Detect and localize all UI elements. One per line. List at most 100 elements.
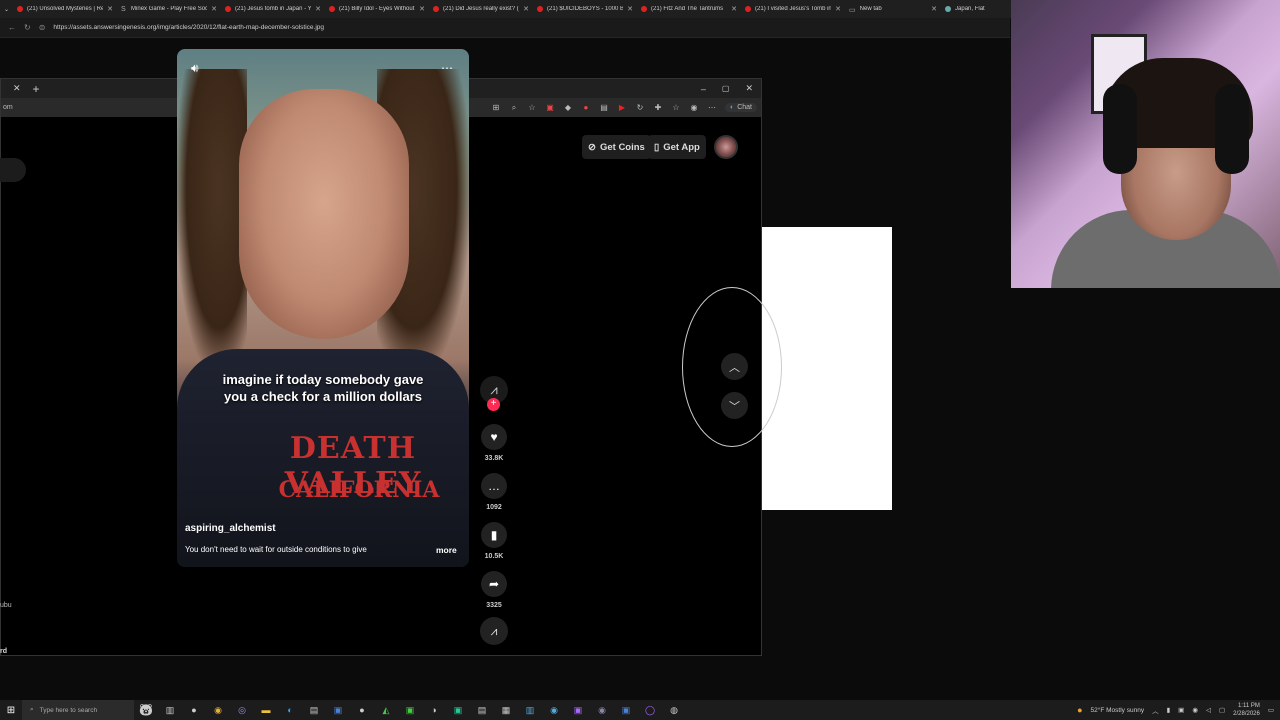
window-close-icon[interactable]: ✕ (745, 83, 753, 94)
chrome-icon[interactable]: ◉ (206, 705, 230, 716)
taskbar-app-icon[interactable]: 🐻︎ (134, 703, 158, 717)
extension-diamond-icon[interactable]: ◆ (563, 103, 573, 113)
taskbar-app-icon[interactable]: ▥ (518, 705, 542, 716)
taskbar-app-icon[interactable]: ▤ (302, 705, 326, 716)
taskbar-app-icon[interactable]: ◑ (422, 705, 446, 715)
taskbar-search-box[interactable]: ⌕ Type here to search (22, 700, 134, 720)
taskbar-app-icon[interactable]: ▤ (470, 705, 494, 716)
install-icon[interactable]: ⊞ (491, 103, 501, 113)
more-options-icon[interactable]: ⋯ (441, 61, 453, 75)
browser-tab[interactable]: Japan, Flat (941, 0, 1001, 18)
more-button[interactable]: more (436, 545, 457, 555)
extension-sync-icon[interactable]: ↻ (635, 103, 645, 113)
browser-tab[interactable]: (21) Billy Idol - Eyes Without ✕ (325, 0, 429, 18)
author-name[interactable]: aspiring_alchemist (185, 523, 276, 534)
share-icon[interactable]: ➦ (481, 571, 507, 597)
sound-disc-icon[interactable]: ⩘ (480, 617, 508, 645)
taskbar-app-icon[interactable]: ▣ (614, 705, 638, 716)
heart-icon[interactable]: ♥ (481, 424, 507, 450)
tab-close-icon[interactable]: ✕ (523, 5, 529, 13)
taskbar-app-icon[interactable]: ◭ (374, 705, 398, 716)
edge-icon[interactable]: ◐ (278, 705, 302, 715)
zoom-icon[interactable]: ⌕ (509, 103, 519, 113)
clock-time: 1:11 PM (1237, 703, 1260, 709)
left-text-fragment: ubu (0, 602, 12, 609)
browser-tab[interactable]: ▭ New tab ✕ (845, 0, 941, 18)
new-tab-icon[interactable]: + (33, 82, 40, 96)
url-fragment[interactable]: om (3, 104, 13, 111)
save-action[interactable]: ▮ 10.5K (479, 522, 509, 560)
taskbar-app-icon[interactable]: ● (182, 705, 206, 715)
menu-dots-icon[interactable]: ⋯ (707, 103, 717, 113)
browser-tab[interactable]: (21) Did Jesus really exist? (✕ (429, 0, 533, 18)
tab-close-icon[interactable]: ✕ (931, 5, 937, 13)
browser-tab[interactable]: (21) Fitz And The Tantrums ✕ (637, 0, 741, 18)
browser-tab[interactable]: (21) I visited Jesus's Tomb in ✕ (741, 0, 845, 18)
follow-plus-icon[interactable]: + (487, 398, 500, 411)
tab-close-icon[interactable]: ✕ (107, 5, 113, 13)
clock[interactable]: 1:11 PM 2/28/2026 (1233, 702, 1260, 718)
task-view-icon[interactable]: ▥ (158, 705, 182, 716)
taskbar-app-icon[interactable]: ◯ (638, 705, 662, 716)
taskbar-app-icon[interactable]: ◎ (230, 705, 254, 716)
share-action[interactable]: ➦ 3325 (479, 571, 509, 609)
taskbar-app-icon[interactable]: ▦ (494, 705, 518, 716)
bookmark-icon[interactable]: ▮ (481, 522, 507, 548)
tab-close-icon[interactable]: ✕ (627, 5, 633, 13)
taskbar-app-icon[interactable]: ◉ (542, 705, 566, 716)
extension-screen-icon[interactable]: ▤ (599, 103, 609, 113)
url-text[interactable]: https://assets.answersingenesis.org/img/… (53, 24, 324, 31)
site-info-icon[interactable]: ⊜ (39, 23, 46, 32)
taskbar-app-icon[interactable]: ▣ (326, 705, 350, 716)
left-search-fragment[interactable] (0, 158, 26, 182)
profile-avatar[interactable] (714, 135, 738, 159)
taskbar-app-icon[interactable]: ▣ (566, 705, 590, 716)
maximize-icon[interactable]: ▢ (722, 84, 730, 93)
tab-close-icon[interactable]: ✕ (731, 5, 737, 13)
comment-icon[interactable]: … (481, 473, 507, 499)
file-explorer-icon[interactable]: ▬ (254, 705, 278, 715)
tab-close-icon[interactable]: ✕ (13, 83, 21, 94)
taskbar-app-icon[interactable]: ▣ (446, 705, 470, 716)
browser-tab-title: Minex Game - Play Free Soc (131, 6, 208, 12)
steam-icon[interactable]: ◍ (662, 705, 686, 716)
browser-tab[interactable]: (21) $UICIDEBOYS - 1000 Bl ✕ (533, 0, 637, 18)
tray-app-icon[interactable]: ▣ (1178, 706, 1184, 714)
notification-icon[interactable]: ▭ (1268, 706, 1274, 714)
volume-icon[interactable]: ◁ (1206, 706, 1211, 714)
profile-icon[interactable]: ◉ (689, 103, 699, 113)
tray-app-icon[interactable]: ▢ (1219, 706, 1225, 714)
comment-action[interactable]: … 1092 (479, 473, 509, 511)
extension-record-icon[interactable]: ● (581, 103, 591, 113)
back-icon[interactable]: ← (8, 23, 16, 32)
weather-text[interactable]: 52°F Mostly sunny (1091, 707, 1145, 714)
minimize-icon[interactable]: – (701, 84, 706, 94)
browser-tab[interactable]: S Minex Game - Play Free Soc ✕ (117, 0, 221, 18)
star-icon[interactable]: ☆ (527, 103, 537, 113)
taskbar-app-icon[interactable]: ▣ (398, 705, 422, 716)
tab-close-icon[interactable]: ✕ (315, 5, 321, 13)
chat-button[interactable]: ◐ Chat (724, 103, 757, 112)
tab-close-icon[interactable]: ✕ (211, 5, 217, 13)
taskbar-app-icon[interactable]: ◉ (590, 705, 614, 716)
browser-tab[interactable]: (21) Jesus tomb in Japan - Y ✕ (221, 0, 325, 18)
taskbar-app-icon[interactable]: ● (350, 705, 374, 715)
get-app-button[interactable]: ▯ Get App (648, 135, 706, 159)
puzzle-icon[interactable]: ✚ (653, 103, 663, 113)
tray-arrow-icon[interactable]: ︿ (1152, 705, 1159, 715)
video-player[interactable]: DEATH VALLEY CALIFORNIA 🔊︎ ⋯ imagine if … (177, 49, 469, 567)
tab-close-icon[interactable]: ✕ (835, 5, 841, 13)
mic-icon[interactable]: ▮ (1167, 706, 1171, 714)
tab-search-chevron[interactable]: ⌄ (0, 0, 13, 18)
browser-tab[interactable]: (21) Unsolved Mysteries | Re ✕ (13, 0, 117, 18)
get-coins-button[interactable]: ⊘ Get Coins (582, 135, 651, 159)
like-action[interactable]: ♥ 33.8K (479, 424, 509, 462)
extension-red-icon[interactable]: ▣ (545, 103, 555, 113)
extension-yt-icon[interactable]: ▶ (617, 103, 627, 113)
reload-icon[interactable]: ↻ (24, 23, 31, 32)
bookmark-icon[interactable]: ☆ (671, 103, 681, 113)
tab-close-icon[interactable]: ✕ (419, 5, 425, 13)
network-icon[interactable]: ◉ (1192, 706, 1198, 714)
start-button[interactable]: ⊞ (0, 705, 22, 716)
volume-icon[interactable]: 🔊︎ (191, 61, 199, 76)
